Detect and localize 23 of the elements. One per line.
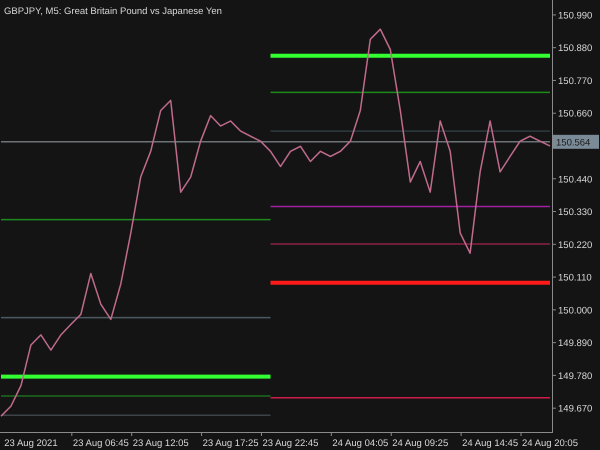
x-axis-label: 24 Aug 20:05: [522, 438, 578, 449]
y-axis-label: 149.890: [558, 338, 592, 350]
x-axis-label: 24 Aug 04:05: [332, 438, 388, 449]
chart-title: GBPJPY, M5: Great Britain Pound vs Japanese Yen: [4, 6, 222, 17]
x-axis-label: 23 Aug 12:05: [132, 438, 189, 449]
x-axis-label: 23 Aug 2021: [4, 438, 58, 449]
y-axis-label: 150.770: [558, 76, 592, 87]
x-axis-label: 23 Aug 06:45: [72, 438, 129, 449]
x-axis-label: 23 Aug 17:25: [202, 438, 259, 449]
y-axis-label: 150.440: [558, 174, 592, 186]
x-axis-label: 24 Aug 09:25: [392, 438, 448, 449]
y-axis-label: 150.330: [558, 207, 592, 218]
y-axis-label: 150.660: [558, 108, 592, 120]
y-axis-label: 150.110: [558, 272, 592, 284]
current-price-tag: 150.564: [553, 134, 599, 149]
y-axis-label: 149.780: [558, 370, 592, 382]
y-axis-label: 150.220: [558, 240, 592, 251]
x-axis-label: 24 Aug 14:45: [462, 438, 518, 449]
y-axis-label: 150.000: [558, 305, 592, 316]
y-axis-label: 150.990: [558, 10, 592, 22]
x-axis-label: 23 Aug 22:45: [262, 438, 318, 449]
y-axis-label: 149.670: [558, 404, 592, 415]
y-axis-label: 150.880: [558, 43, 592, 54]
